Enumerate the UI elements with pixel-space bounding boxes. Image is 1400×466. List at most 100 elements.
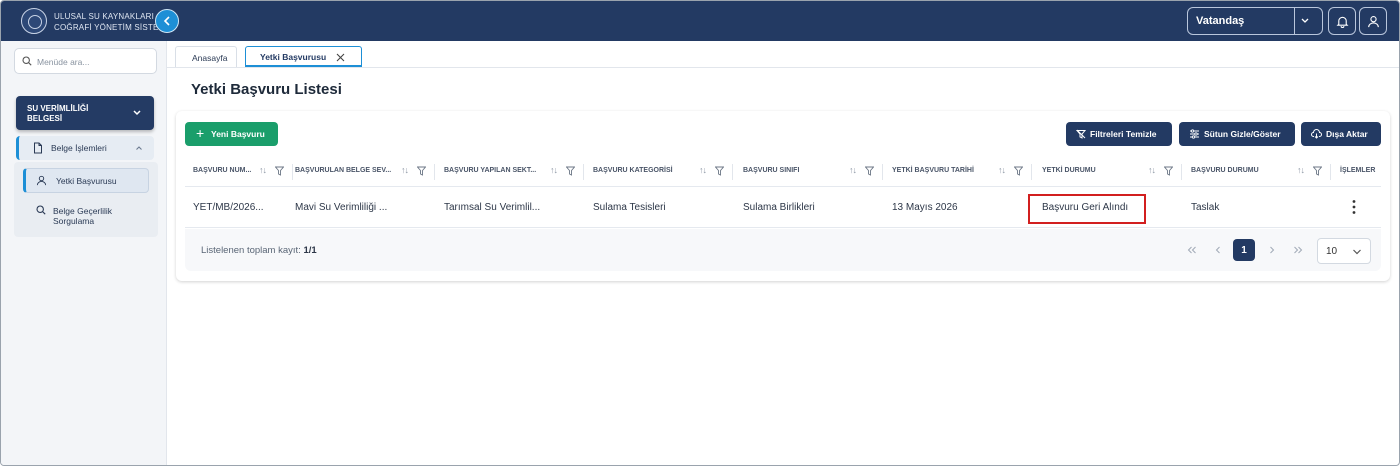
cell-basvuru-no: YET/MB/2026... — [193, 202, 264, 213]
profile-button[interactable] — [1359, 7, 1387, 35]
prev-page-button[interactable] — [1207, 239, 1229, 261]
search-icon — [22, 56, 32, 66]
chevrons-left-icon — [1187, 246, 1196, 254]
next-page-button[interactable] — [1261, 239, 1283, 261]
notifications-button[interactable] — [1328, 7, 1356, 35]
sidebar-item-label: Yetki Başvurusu — [56, 176, 117, 186]
cell-basvuru-durumu: Taslak — [1191, 202, 1220, 213]
column-divider — [583, 164, 584, 180]
chevron-left-icon — [163, 16, 170, 26]
page-button[interactable]: 1 — [1233, 239, 1255, 261]
cell-belge-seviyesi: Mavi Su Verimliliği ... — [295, 202, 388, 213]
search-icon — [36, 205, 46, 215]
sliders-icon — [1190, 129, 1199, 139]
tab-yetki-basvurusu[interactable]: Yetki Başvurusu — [245, 46, 362, 67]
export-label: Dışa Aktar — [1326, 129, 1368, 139]
last-page-button[interactable] — [1287, 239, 1309, 261]
role-select-divider — [1294, 8, 1295, 34]
sidebar-group-label: SU VERİMLİLİĞİ BELGESİ — [27, 104, 89, 123]
column-divider — [1031, 164, 1032, 180]
filter-icon[interactable] — [417, 166, 426, 176]
sidebar-subitems: Yetki Başvurusu Belge Geçerlilik Sorgula… — [14, 162, 158, 237]
page-size-value: 10 — [1326, 246, 1338, 257]
clear-filters-label: Filtreleri Temizle — [1090, 129, 1157, 139]
column-divider — [732, 164, 733, 180]
table-row[interactable]: YET/MB/2026... Mavi Su Verimliliği ... T… — [185, 188, 1381, 228]
filter-icon[interactable] — [1313, 166, 1322, 176]
tab-bar: Anasayfa Yetki Başvurusu — [167, 41, 1399, 68]
cell-kategori: Sulama Tesisleri — [593, 202, 666, 213]
export-button[interactable]: Dışa Aktar — [1301, 122, 1381, 146]
tab-label: Anasayfa — [192, 53, 228, 63]
chevron-down-icon — [1353, 249, 1361, 255]
sort-icon[interactable]: ↑↓ — [1297, 165, 1305, 175]
page-title: Yetki Başvuru Listesi — [191, 81, 342, 98]
column-divider — [882, 164, 883, 180]
chevron-left-icon — [1215, 246, 1220, 254]
new-application-button[interactable]: + Yeni Başvuru — [185, 122, 278, 146]
sidebar-group-su-verimliligi[interactable]: SU VERİMLİLİĞİ BELGESİ — [16, 96, 154, 130]
cell-tarih: 13 Mayıs 2026 — [892, 202, 958, 213]
sort-icon[interactable]: ↑↓ — [699, 165, 707, 175]
filter-icon[interactable] — [566, 166, 575, 176]
sidebar-item-belge-gecerlilik[interactable]: Belge Geçerlilik Sorgulama — [31, 204, 151, 232]
sidebar-submenu-label: Belge İşlemleri — [51, 143, 107, 153]
app-window: ULUSAL SU KAYNAKLARI COĞRAFİ YÖNETİM SİS… — [0, 0, 1400, 466]
page-size-select[interactable]: 10 — [1317, 238, 1371, 264]
sort-icon[interactable]: ↑↓ — [1148, 165, 1156, 175]
app-title-line2: COĞRAFİ YÖNETİM SİSTEMİ — [54, 23, 168, 32]
column-divider — [434, 164, 435, 180]
logo-icon — [21, 8, 47, 34]
column-divider — [292, 164, 293, 180]
sort-icon[interactable]: ↑↓ — [550, 165, 558, 175]
chevron-up-icon — [136, 146, 142, 150]
column-header-label: YETKİ BAŞVURU TARİHİ — [892, 167, 974, 174]
total-records-label: Listelenen toplam kayıt: — [201, 245, 301, 256]
role-select[interactable]: Vatandaş — [1187, 7, 1323, 35]
sort-icon[interactable]: ↑↓ — [849, 165, 857, 175]
column-divider — [1330, 164, 1331, 180]
sort-icon[interactable]: ↑↓ — [998, 165, 1006, 175]
new-application-label: Yeni Başvuru — [211, 129, 265, 139]
sidebar-item-yetki-basvurusu[interactable]: Yetki Başvurusu — [23, 168, 149, 193]
column-header-label: BAŞVURU KATEGORİSİ — [593, 167, 673, 174]
sidebar-collapse-button[interactable] — [155, 9, 179, 33]
tab-anasayfa[interactable]: Anasayfa — [175, 46, 237, 67]
chevron-down-icon — [1301, 18, 1309, 23]
chevron-right-icon — [1270, 246, 1275, 254]
toggle-columns-label: Sütun Gizle/Göster — [1204, 129, 1281, 139]
table-header: BAŞVURU NUM... ↑↓ BAŞVURULAN BELGE SEV..… — [185, 157, 1381, 187]
more-vertical-icon[interactable] — [1351, 199, 1357, 215]
clear-filters-button[interactable]: Filtreleri Temizle — [1066, 122, 1172, 146]
user-icon — [36, 175, 47, 186]
close-icon[interactable] — [336, 53, 345, 62]
filter-icon[interactable] — [1014, 166, 1023, 176]
sidebar-item-label: Belge Geçerlilik Sorgulama — [53, 206, 113, 226]
cell-sinif: Sulama Birlikleri — [743, 202, 815, 213]
column-header-label: BAŞVURULAN BELGE SEV... — [295, 167, 392, 174]
filter-icon[interactable] — [865, 166, 874, 176]
sort-icon[interactable]: ↑↓ — [401, 165, 409, 175]
top-header: ULUSAL SU KAYNAKLARI COĞRAFİ YÖNETİM SİS… — [1, 1, 1399, 41]
sort-icon[interactable]: ↑↓ — [259, 165, 267, 175]
filter-icon[interactable] — [715, 166, 724, 176]
menu-search-input[interactable] — [37, 53, 152, 70]
filter-icon[interactable] — [1164, 166, 1173, 176]
chevron-down-icon — [133, 110, 141, 116]
filter-off-icon — [1076, 129, 1086, 139]
total-records-value: 1/1 — [303, 245, 317, 256]
cell-yetki-durumu: Başvuru Geri Alındı — [1042, 202, 1129, 213]
user-icon — [1367, 15, 1379, 27]
app-title-line1: ULUSAL SU KAYNAKLARI — [54, 12, 155, 21]
column-header-label: BAŞVURU YAPILAN SEKT... — [444, 167, 537, 174]
sidebar: SU VERİMLİLİĞİ BELGESİ Belge İşlemleri Y… — [1, 41, 167, 465]
column-divider — [1181, 164, 1182, 180]
first-page-button[interactable] — [1181, 239, 1203, 261]
filter-icon[interactable] — [275, 166, 284, 176]
column-header-label: BAŞVURU NUM... — [193, 167, 252, 174]
table-footer: Listelenen toplam kayıt: 1/1 1 10 — [185, 229, 1381, 271]
toggle-columns-button[interactable]: Sütun Gizle/Göster — [1179, 122, 1295, 146]
cell-sektor: Tarımsal Su Verimlil... — [444, 202, 541, 213]
cloud-download-icon — [1311, 129, 1322, 139]
sidebar-submenu-belge-islemleri[interactable]: Belge İşlemleri — [16, 136, 154, 160]
